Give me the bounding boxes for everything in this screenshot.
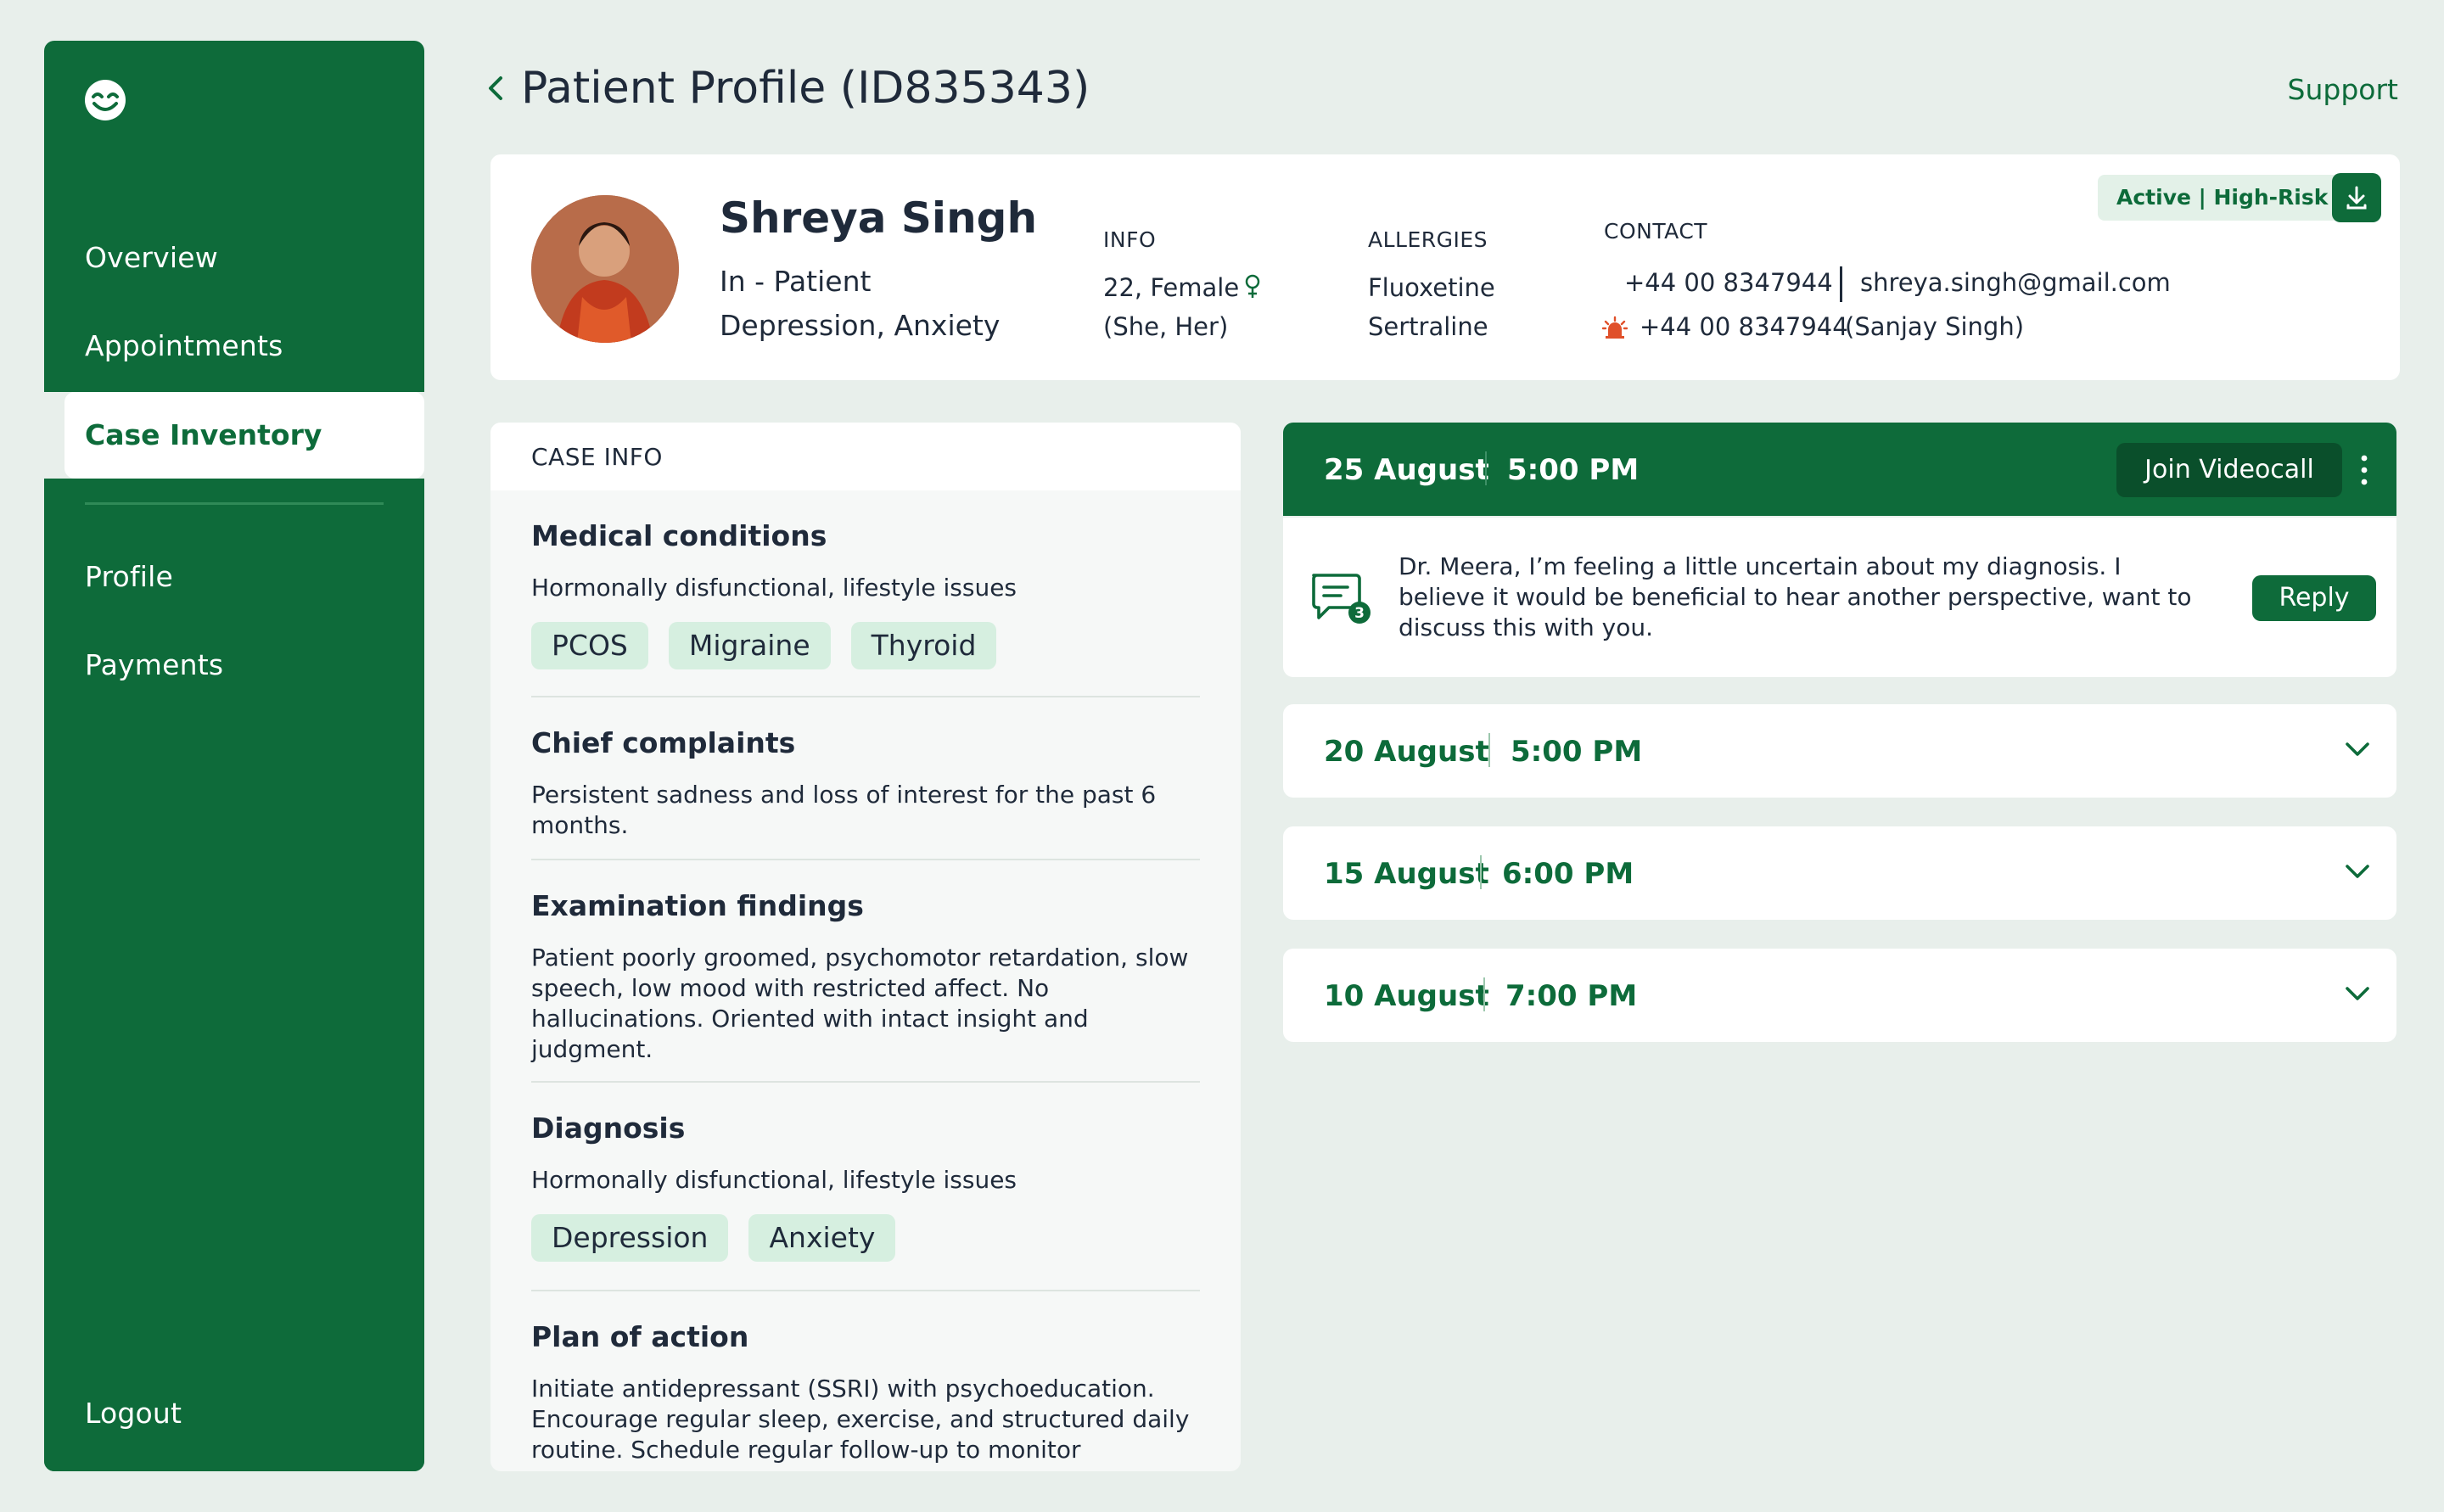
section-divider	[531, 1290, 1200, 1291]
appointment-date: 15 August	[1324, 857, 1489, 891]
chevron-left-icon[interactable]	[484, 71, 507, 105]
diagnosis-section: Diagnosis Hormonally disfunctional, life…	[531, 1112, 1200, 1262]
chief-complaints-section: Chief complaints Persistent sadness and …	[531, 726, 1200, 841]
nav-profile[interactable]: Profile	[85, 560, 173, 593]
section-title: Plan of action	[531, 1320, 749, 1353]
appointment-active-header[interactable]: 25 August 5:00 PM Join Videocall	[1283, 423, 2396, 516]
allergies-label: ALLERGIES	[1368, 227, 1488, 252]
section-title: Examination findings	[531, 889, 864, 922]
allergy-item: Sertraline	[1368, 312, 1488, 341]
diagnosis-tags: Depression Anxiety	[531, 1214, 1200, 1262]
section-text: Initiate antidepressant (SSRI) with psyc…	[531, 1375, 1190, 1464]
tag-chip: Depression	[531, 1214, 729, 1262]
section-text: Persistent sadness and loss of interest …	[531, 781, 1157, 839]
appointment-row[interactable]: 20 August 5:00 PM	[1283, 704, 2396, 798]
case-info-heading: CASE INFO	[531, 443, 663, 471]
section-divider	[531, 696, 1200, 697]
section-text: Patient poorly groomed, psychomotor reta…	[531, 944, 1189, 1063]
message-icon[interactable]: 3	[1309, 570, 1373, 628]
message-count-badge: 3	[1354, 605, 1365, 622]
nav-case-inventory-label: Case Inventory	[85, 418, 322, 451]
appointment-date: 10 August	[1324, 979, 1489, 1013]
nav-case-inventory[interactable]: Case Inventory	[64, 392, 424, 479]
examination-findings-section: Examination findings Patient poorly groo…	[531, 889, 1200, 1065]
pronouns: (She, Her)	[1103, 312, 1229, 341]
age-gender: 22, Female	[1103, 273, 1261, 302]
logout-button[interactable]: Logout	[85, 1397, 182, 1430]
appointment-separator	[1483, 977, 1485, 1011]
appointment-separator	[1488, 733, 1490, 767]
nav-divider	[85, 502, 384, 505]
patient-card: Shreya Singh In - Patient Depression, An…	[490, 154, 2400, 380]
tag-chip: PCOS	[531, 622, 648, 669]
medical-conditions-section: Medical conditions Hormonally disfunctio…	[531, 519, 1200, 669]
section-title: Diagnosis	[531, 1112, 686, 1145]
condition-tags: PCOS Migraine Thyroid	[531, 622, 1200, 669]
section-title: Medical conditions	[531, 519, 827, 552]
female-icon	[1245, 274, 1260, 298]
appointment-date: 20 August	[1324, 735, 1489, 769]
appointment-message-card: 3 Dr. Meera, I’m feeling a little uncert…	[1283, 518, 2396, 677]
patient-name: Shreya Singh	[720, 193, 1038, 243]
section-divider	[531, 859, 1200, 860]
download-button[interactable]	[2332, 173, 2381, 222]
chevron-down-icon[interactable]	[2344, 740, 2371, 759]
plan-of-action-section: Plan of action Initiate antidepressant (…	[531, 1320, 1200, 1465]
nav-appointments[interactable]: Appointments	[85, 329, 283, 362]
allergy-item: Fluoxetine	[1368, 273, 1495, 302]
info-label: INFO	[1103, 227, 1157, 252]
appointment-separator	[1480, 855, 1482, 889]
patient-status: In - Patient	[720, 265, 872, 298]
emergency-contact-name: (Sanjay Singh)	[1845, 312, 2025, 341]
message-text: Dr. Meera, I’m feeling a little uncertai…	[1399, 552, 2192, 641]
reply-button[interactable]: Reply	[2252, 575, 2376, 621]
emergency-phone[interactable]: +44 00 8347944	[1640, 312, 1848, 341]
contact-label: CONTACT	[1604, 219, 1708, 244]
contact-phone[interactable]: +44 00 8347944	[1624, 268, 1833, 297]
support-link[interactable]: Support	[2288, 73, 2398, 106]
contact-divider	[1840, 266, 1842, 302]
case-info-header: CASE INFO	[490, 423, 1241, 490]
nav-payments[interactable]: Payments	[85, 648, 223, 681]
more-options-icon[interactable]	[2359, 453, 2369, 487]
case-info-panel[interactable]: CASE INFO Medical conditions Hormonally …	[490, 423, 1241, 1471]
appointment-separator	[1485, 451, 1487, 485]
nav-overview[interactable]: Overview	[85, 241, 218, 274]
patient-conditions: Depression, Anxiety	[720, 309, 1001, 342]
join-videocall-button[interactable]: Join Videocall	[2116, 443, 2342, 497]
appointment-row[interactable]: 15 August 6:00 PM	[1283, 826, 2396, 920]
chevron-down-icon[interactable]	[2344, 984, 2371, 1003]
status-badge: Active | High-Risk	[2098, 175, 2347, 221]
age-gender-text: 22, Female	[1103, 273, 1240, 302]
sidebar-lower: Profile Payments Logout	[44, 479, 424, 1471]
emergency-siren-icon	[1602, 316, 1628, 339]
avatar	[531, 195, 679, 343]
appointment-date: 25 August	[1324, 453, 1489, 487]
section-text: Hormonally disfunctional, lifestyle issu…	[531, 574, 1017, 602]
appointment-time: 5:00 PM	[1507, 453, 1640, 487]
chevron-down-icon[interactable]	[2344, 862, 2371, 881]
contact-email[interactable]: shreya.singh@gmail.com	[1860, 268, 2171, 297]
appointment-time: 6:00 PM	[1502, 857, 1634, 891]
tag-chip: Migraine	[668, 622, 831, 669]
section-text: Hormonally disfunctional, lifestyle issu…	[531, 1166, 1017, 1194]
appointment-row[interactable]: 10 August 7:00 PM	[1283, 949, 2396, 1042]
download-icon	[2346, 186, 2367, 210]
section-title: Chief complaints	[531, 726, 796, 759]
tag-chip: Thyroid	[850, 622, 997, 669]
section-divider	[531, 1081, 1200, 1083]
smiley-logo-icon[interactable]	[83, 78, 127, 122]
appointment-time: 7:00 PM	[1505, 979, 1638, 1013]
page-title: Patient Profile (ID835343)	[521, 63, 1090, 114]
tag-chip: Anxiety	[748, 1214, 896, 1262]
appointment-time: 5:00 PM	[1511, 735, 1643, 769]
